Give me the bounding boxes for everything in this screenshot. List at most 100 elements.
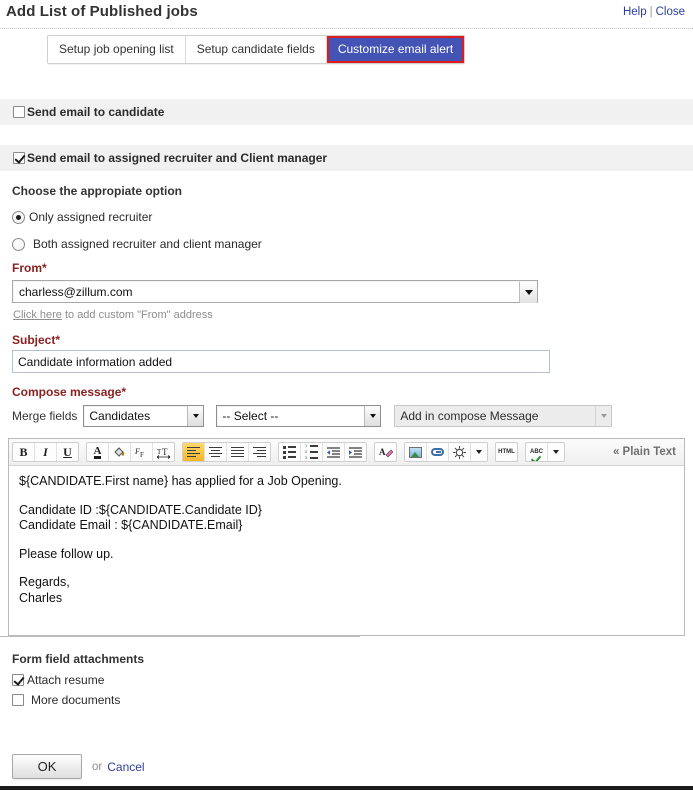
- chevron-down-icon: [524, 289, 533, 295]
- spellcheck-icon[interactable]: ABC: [526, 443, 548, 461]
- attachment-row-more-documents[interactable]: More documents: [12, 693, 120, 707]
- tab-setup-job-opening-list[interactable]: Setup job opening list: [48, 36, 186, 63]
- sparkle-icon: [453, 445, 466, 459]
- insert-image-icon[interactable]: [405, 443, 427, 461]
- add-in-compose-message-label: Add in compose Message: [400, 409, 539, 423]
- clear-formatting-icon[interactable]: A: [375, 443, 396, 461]
- bold-icon[interactable]: B: [13, 443, 35, 461]
- compose-message-label: Compose message*: [12, 385, 127, 399]
- close-link[interactable]: Close: [656, 6, 685, 18]
- from-custom-address-link[interactable]: Click here: [13, 309, 62, 321]
- font-color-icon[interactable]: A: [87, 443, 109, 461]
- from-select-arrow[interactable]: [519, 280, 537, 303]
- insert-more-dropdown-icon[interactable]: [471, 443, 487, 461]
- outdent-icon: [326, 446, 340, 458]
- paint-bucket-icon: [114, 446, 125, 457]
- send-to-recruiter-row: Send email to assigned recruiter and Cli…: [0, 145, 693, 171]
- eraser-a-icon: A: [379, 447, 393, 457]
- align-right-icon[interactable]: [249, 443, 270, 461]
- tab-customize-email-alert[interactable]: Customize email alert: [326, 36, 465, 63]
- italic-icon[interactable]: I: [35, 443, 57, 461]
- attach-resume-checkbox[interactable]: [12, 674, 24, 686]
- merge-module-select-arrow[interactable]: [187, 406, 204, 426]
- indent-increase-icon[interactable]: [345, 443, 366, 461]
- send-to-candidate-label: Send email to candidate: [27, 105, 165, 119]
- svg-text:F: F: [140, 451, 144, 459]
- bullet-list-icon[interactable]: [279, 443, 301, 461]
- editor-line-4: Please follow up.: [19, 546, 114, 561]
- text-size-icon: T T: [156, 447, 170, 459]
- indent-decrease-icon[interactable]: [323, 443, 345, 461]
- from-select-value: charless@zillum.com: [19, 284, 133, 299]
- from-select[interactable]: charless@zillum.com: [12, 280, 538, 303]
- rich-text-editor: B I U A F F T T 1 2 3 A HTML ABC « Plain…: [8, 438, 685, 636]
- chevron-down-icon: [553, 450, 559, 454]
- attachment-row-attach-resume[interactable]: Attach resume: [12, 673, 104, 687]
- html-source-icon[interactable]: HTML: [496, 443, 517, 461]
- add-in-compose-message-button[interactable]: Add in compose Message: [394, 405, 613, 427]
- send-to-candidate-checkbox[interactable]: [13, 106, 25, 118]
- add-in-compose-message-arrow[interactable]: [595, 406, 612, 426]
- editor-line-5: Regards,: [19, 575, 70, 589]
- radio-option-only-assigned-recruiter[interactable]: Only assigned recruiter: [12, 210, 152, 224]
- editor-line-1: ${CANDIDATE.First name} has applied for …: [19, 474, 342, 488]
- merge-field-select[interactable]: -- Select --: [216, 405, 382, 427]
- send-to-recruiter-checkbox[interactable]: [13, 152, 25, 164]
- from-custom-address-hint: Click here to add custom "From" address: [13, 309, 213, 321]
- svg-text:T: T: [162, 447, 168, 457]
- editor-line-6: Charles: [19, 590, 63, 605]
- toolbar-group-insert: [404, 442, 488, 462]
- subject-input[interactable]: [12, 350, 550, 373]
- underline-icon[interactable]: U: [57, 443, 78, 461]
- radio-both-recruiter-and-manager[interactable]: [12, 237, 25, 251]
- numbered-list-icon[interactable]: 123: [301, 443, 323, 461]
- toolbar-group-text-style: B I U: [12, 442, 79, 462]
- toolbar-group-lists: 123: [278, 442, 367, 462]
- header-link-separator: |: [649, 6, 653, 18]
- header-links: Help | Close: [623, 6, 685, 18]
- radio-option-both-recruiter-and-manager[interactable]: Both assigned recruiter and client manag…: [12, 237, 262, 251]
- bottom-rule: [0, 786, 693, 790]
- plain-text-toggle[interactable]: « Plain Text: [613, 446, 676, 458]
- merge-field-select-value: -- Select --: [222, 409, 279, 423]
- footer-actions: OK or Cancel: [12, 754, 145, 779]
- editor-body[interactable]: ${CANDIDATE.First name} has applied for …: [9, 466, 684, 635]
- insert-emoticon-icon[interactable]: [449, 443, 471, 461]
- from-custom-address-hint-text: to add custom "From" address: [61, 309, 213, 321]
- or-label: or: [92, 760, 103, 773]
- spellcheck-dropdown-icon[interactable]: [548, 443, 564, 461]
- font-f-icon: F F: [135, 447, 144, 459]
- align-justify-icon[interactable]: [227, 443, 249, 461]
- ok-button[interactable]: OK: [12, 754, 82, 779]
- font-size-icon[interactable]: T T: [153, 443, 174, 461]
- help-link[interactable]: Help: [623, 6, 647, 18]
- indent-icon: [348, 446, 362, 458]
- cancel-link[interactable]: Cancel: [107, 760, 144, 774]
- tab-setup-candidate-fields[interactable]: Setup candidate fields: [185, 36, 327, 63]
- insert-link-icon[interactable]: [427, 443, 449, 461]
- send-to-candidate-row: Send email to candidate: [0, 99, 693, 125]
- radio-only-assigned-recruiter[interactable]: [12, 210, 25, 224]
- merge-field-select-arrow[interactable]: [364, 406, 381, 426]
- more-documents-checkbox[interactable]: [12, 694, 24, 706]
- merge-module-select[interactable]: Candidates: [83, 405, 205, 427]
- align-center-icon[interactable]: [205, 443, 227, 461]
- font-family-icon[interactable]: F F: [131, 443, 153, 461]
- align-left-icon[interactable]: [183, 443, 205, 461]
- tab-list: Setup job opening list Setup candidate f…: [47, 35, 466, 64]
- chevron-down-icon: [192, 414, 199, 418]
- toolbar-group-clear: A: [374, 442, 397, 462]
- attach-resume-label: Attach resume: [27, 673, 105, 687]
- merge-fields-label: Merge fields: [12, 409, 78, 423]
- chevron-down-icon: [369, 414, 376, 418]
- choose-option-label: Choose the appropiate option: [12, 184, 182, 198]
- merge-module-select-value: Candidates: [89, 409, 151, 423]
- editor-resize-handle[interactable]: [0, 636, 360, 637]
- page-title: Add List of Published jobs: [6, 3, 198, 20]
- highlight-color-icon[interactable]: [109, 443, 131, 461]
- radio-both-recruiter-and-manager-label: Both assigned recruiter and client manag…: [33, 237, 262, 251]
- send-to-recruiter-label: Send email to assigned recruiter and Cli…: [27, 151, 328, 165]
- from-label: From*: [12, 261, 47, 275]
- chevron-down-icon: [600, 414, 607, 418]
- toolbar-group-source: HTML: [495, 442, 518, 462]
